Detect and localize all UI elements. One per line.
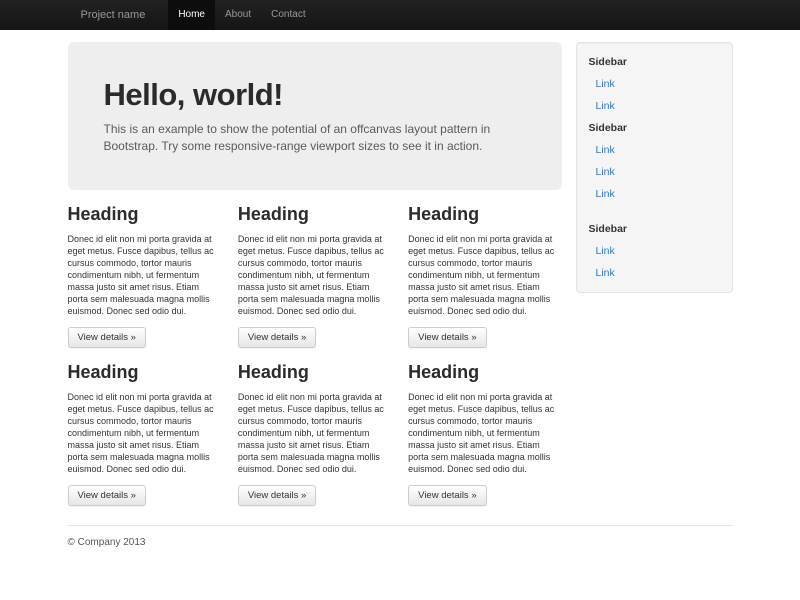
cards-row-1: Heading Donec id elit non mi porta gravi… — [68, 204, 562, 348]
nav-item-home[interactable]: Home — [168, 0, 215, 30]
view-details-button[interactable]: View details » — [68, 485, 146, 506]
nav-item-contact[interactable]: Contact — [261, 0, 315, 30]
card: Heading Donec id elit non mi porta gravi… — [238, 204, 391, 348]
card-heading: Heading — [408, 204, 561, 224]
card-heading: Heading — [68, 362, 221, 382]
card: Heading Donec id elit non mi porta gravi… — [68, 204, 221, 348]
content-row: Hello, world! This is an example to show… — [68, 30, 733, 506]
card-heading: Heading — [408, 362, 561, 382]
main-content: Hello, world! This is an example to show… — [68, 30, 562, 506]
view-details-button[interactable]: View details » — [238, 327, 316, 348]
sidebar-link[interactable]: Link — [577, 139, 732, 161]
sidebar-link[interactable]: Link — [577, 95, 732, 117]
sidebar-link[interactable]: Link — [577, 240, 732, 262]
sidebar-header: Sidebar — [577, 117, 732, 139]
navbar: Project name Home About Contact — [0, 0, 800, 30]
page-container: Hello, world! This is an example to show… — [68, 30, 733, 578]
sidebar-header: Sidebar — [577, 218, 732, 240]
sidebar-link[interactable]: Link — [577, 183, 732, 205]
card: Heading Donec id elit non mi porta gravi… — [408, 362, 561, 506]
card: Heading Donec id elit non mi porta gravi… — [408, 204, 561, 348]
card-body: Donec id elit non mi porta gravida at eg… — [68, 391, 221, 475]
card: Heading Donec id elit non mi porta gravi… — [238, 362, 391, 506]
cards-row-2: Heading Donec id elit non mi porta gravi… — [68, 362, 562, 506]
sidebar-section: Sidebar Link Link — [577, 51, 732, 117]
nav-item-about[interactable]: About — [215, 0, 261, 30]
card-body: Donec id elit non mi porta gravida at eg… — [408, 233, 561, 317]
sidebar-section: Sidebar Link Link Link — [577, 117, 732, 205]
sidebar-link[interactable]: Link — [577, 73, 732, 95]
view-details-button[interactable]: View details » — [408, 485, 486, 506]
hero-title: Hello, world! — [104, 78, 526, 111]
copyright-text: © Company 2013 — [68, 537, 733, 548]
card-heading: Heading — [238, 362, 391, 382]
jumbotron: Hello, world! This is an example to show… — [68, 42, 562, 190]
sidebar-link[interactable]: Link — [577, 161, 732, 183]
brand-link[interactable]: Project name — [68, 0, 159, 30]
sidebar: Sidebar Link Link Sidebar Link Link Link… — [576, 42, 733, 293]
view-details-button[interactable]: View details » — [68, 327, 146, 348]
card-heading: Heading — [68, 204, 221, 224]
footer: © Company 2013 — [68, 525, 733, 578]
view-details-button[interactable]: View details » — [408, 327, 486, 348]
navbar-inner: Project name Home About Contact — [68, 0, 733, 30]
sidebar-header: Sidebar — [577, 51, 732, 73]
nav-menu: Home About Contact — [168, 0, 315, 30]
card-body: Donec id elit non mi porta gravida at eg… — [238, 233, 391, 317]
sidebar-link[interactable]: Link — [577, 262, 732, 284]
view-details-button[interactable]: View details » — [238, 485, 316, 506]
card-heading: Heading — [238, 204, 391, 224]
card-body: Donec id elit non mi porta gravida at eg… — [408, 391, 561, 475]
card-body: Donec id elit non mi porta gravida at eg… — [238, 391, 391, 475]
hero-description: This is an example to show the potential… — [104, 121, 526, 154]
card-body: Donec id elit non mi porta gravida at eg… — [68, 233, 221, 317]
card: Heading Donec id elit non mi porta gravi… — [68, 362, 221, 506]
sidebar-section: Sidebar Link Link — [577, 218, 732, 284]
